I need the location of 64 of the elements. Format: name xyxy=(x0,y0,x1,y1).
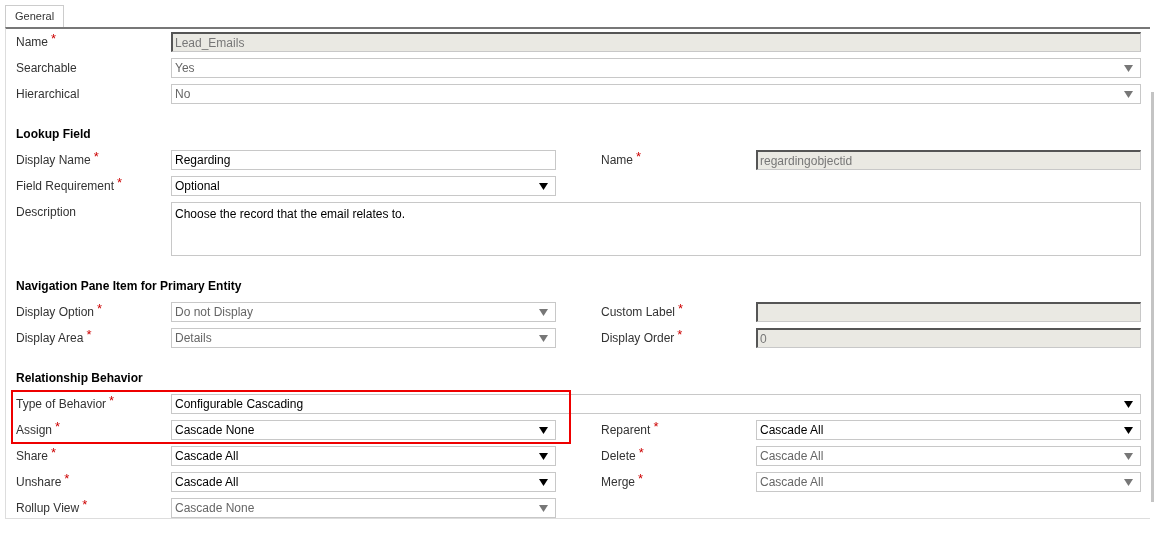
field-label: Reparent xyxy=(601,423,651,437)
field-label: Hierarchical xyxy=(16,87,80,101)
required-marker: * xyxy=(109,393,115,408)
field-label: Share xyxy=(16,449,49,463)
caret-icon xyxy=(539,308,548,316)
section-heading: Navigation Pane Item for Primary Entity xyxy=(16,278,243,295)
required-marker: * xyxy=(97,301,103,316)
field-label: Searchable xyxy=(16,61,77,75)
field-label: Custom Label xyxy=(601,305,676,319)
caret-icon xyxy=(539,426,548,434)
field-label: Delete xyxy=(601,449,636,463)
required-marker: * xyxy=(51,445,57,460)
caret-icon xyxy=(1124,452,1133,460)
caret-icon xyxy=(1124,64,1133,72)
field-label: Field Requirement xyxy=(16,179,115,193)
field-label: Merge xyxy=(601,475,635,489)
caret-icon xyxy=(1124,426,1133,434)
tab[interactable]: General xyxy=(5,5,65,27)
required-marker: * xyxy=(51,31,57,46)
field-label: Name xyxy=(16,35,48,49)
readonly-field: 0 xyxy=(756,328,1141,348)
field-label: Display Name xyxy=(16,153,91,167)
required-marker: * xyxy=(653,419,659,434)
required-marker: * xyxy=(636,149,642,164)
text-field[interactable]: Regarding xyxy=(171,150,556,170)
field-label: Unshare xyxy=(16,475,62,489)
required-marker: * xyxy=(638,471,644,486)
required-marker: * xyxy=(82,497,88,512)
dropdown-field[interactable]: Cascade All xyxy=(171,446,556,466)
caret-icon xyxy=(1124,400,1133,408)
caret-icon xyxy=(1124,90,1133,98)
dropdown-field[interactable]: Cascade All xyxy=(171,472,556,492)
required-marker: * xyxy=(638,445,644,460)
caret-icon xyxy=(539,504,548,512)
required-marker: * xyxy=(86,327,92,342)
required-marker: * xyxy=(55,419,61,434)
caret-icon xyxy=(539,452,548,460)
dropdown-field[interactable]: Cascade None xyxy=(171,420,556,440)
caret-icon xyxy=(1124,478,1133,486)
section-heading: Lookup Field xyxy=(16,126,92,143)
dropdown-field[interactable]: Cascade All xyxy=(756,420,1141,440)
required-marker: * xyxy=(677,327,683,342)
section-heading: Relationship Behavior xyxy=(16,370,144,387)
field-label: Type of Behavior xyxy=(16,397,107,411)
field-label: Display Order xyxy=(601,331,675,345)
dropdown-field[interactable]: Configurable Cascading xyxy=(171,394,1141,414)
field-label: Assign xyxy=(16,423,53,437)
dropdown-field[interactable]: Optional xyxy=(171,176,556,196)
field-label: Display Option xyxy=(16,305,95,319)
field-label: Rollup View xyxy=(16,501,80,515)
caret-icon xyxy=(539,478,548,486)
required-marker: * xyxy=(117,175,123,190)
field-label: Display Area xyxy=(16,331,84,345)
required-marker: * xyxy=(678,301,684,316)
readonly-field: regardingobjectid xyxy=(756,150,1141,170)
field-label: Description xyxy=(16,205,77,219)
readonly-field: Lead_Emails xyxy=(171,32,1141,52)
required-marker: * xyxy=(93,149,99,164)
description-field[interactable]: Choose the record that the email relates to. xyxy=(171,202,1141,256)
required-marker: * xyxy=(64,471,70,486)
caret-icon xyxy=(539,182,548,190)
scrollbar[interactable] xyxy=(1151,92,1154,502)
field-label: Name xyxy=(601,153,633,167)
caret-icon xyxy=(539,334,548,342)
